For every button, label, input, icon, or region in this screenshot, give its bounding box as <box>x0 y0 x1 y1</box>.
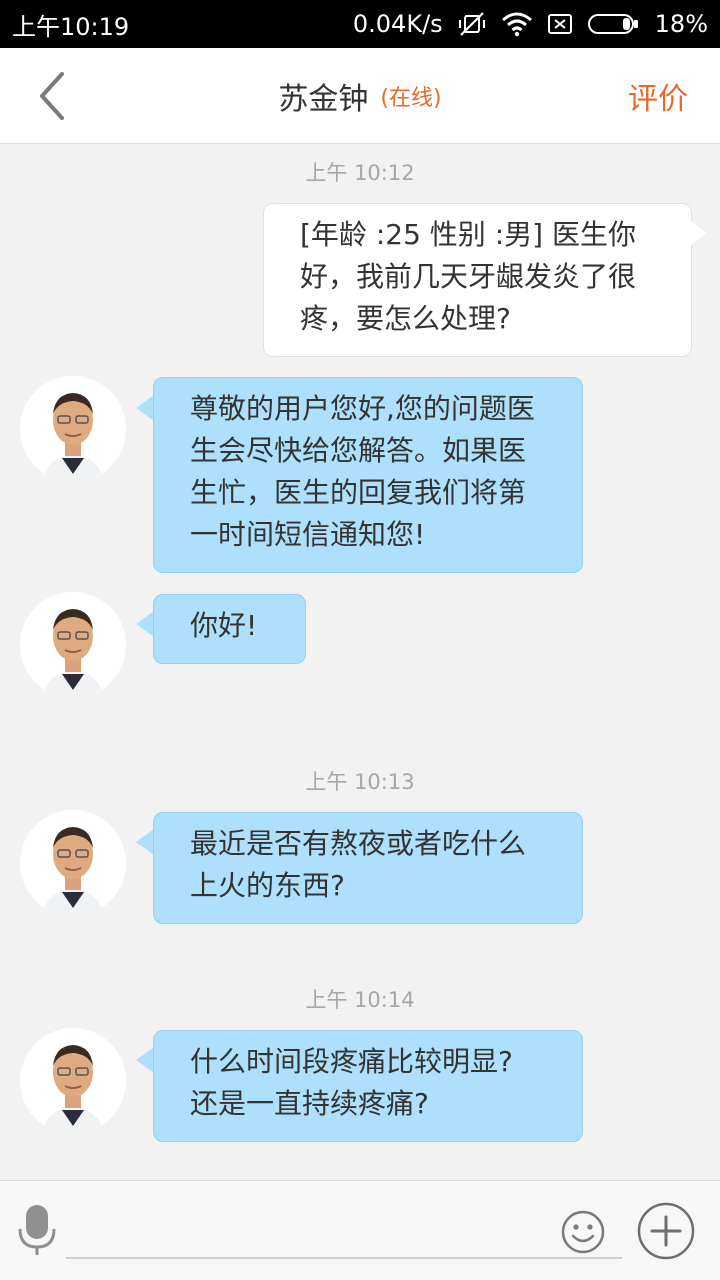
message-input[interactable] <box>66 1201 622 1259</box>
doctor-message: 什么时间段疼痛比较明显? 还是一直持续疼痛? <box>153 1030 583 1142</box>
message-text: 什么时间段疼痛比较明显? 还是一直持续疼痛? <box>190 1045 513 1120</box>
emoji-button[interactable] <box>560 1209 606 1255</box>
doctor-avatar[interactable] <box>20 376 126 482</box>
timestamp: 上午 10:14 <box>305 988 415 1012</box>
page-title: 苏金钟 (在线) <box>0 48 720 144</box>
doctor-avatar[interactable] <box>20 810 126 916</box>
user-message: [年龄 :25 性别 :男] 医生你好，我前几天牙龈发炎了很疼，要怎么处理? <box>263 203 692 357</box>
message-text: 尊敬的用户您好,您的问题医生会尽快给您解答。如果医生忙，医生的回复我们将第一时间… <box>190 392 535 551</box>
input-bar <box>0 1180 720 1280</box>
more-button[interactable] <box>636 1201 696 1261</box>
message-text: 你好! <box>190 609 258 642</box>
status-time: 上午10:19 <box>12 12 130 41</box>
doctor-message: 最近是否有熬夜或者吃什么上火的东西? <box>153 812 583 924</box>
timestamp: 上午 10:13 <box>305 770 415 794</box>
rate-button[interactable]: 评价 <box>628 74 688 118</box>
bubble-tail <box>136 829 154 855</box>
status-bar: 上午10:19 0.04K/s 18% <box>0 0 720 48</box>
plus-icon <box>637 1202 695 1260</box>
bubble-tail <box>136 395 154 421</box>
online-status: (在线) <box>380 86 442 111</box>
chat-area[interactable]: 上午 10:12 [年龄 :25 性别 :男] 医生你好，我前几天牙龈发炎了很疼… <box>0 145 720 1180</box>
message-text: 最近是否有熬夜或者吃什么上火的东西? <box>190 827 527 902</box>
battery-icon <box>587 12 641 36</box>
message-text: [年龄 :25 性别 :男] 医生你好，我前几天牙龈发炎了很疼，要怎么处理? <box>300 218 637 335</box>
emoji-icon <box>561 1210 605 1254</box>
doctor-message: 你好! <box>153 594 306 664</box>
doctor-avatar[interactable] <box>20 592 126 698</box>
bubble-tail <box>136 611 154 637</box>
bubble-tail <box>691 221 707 245</box>
microphone-icon <box>18 1205 56 1255</box>
doctor-name: 苏金钟 <box>278 82 369 117</box>
voice-button[interactable] <box>14 1201 60 1261</box>
doctor-message: 尊敬的用户您好,您的问题医生会尽快给您解答。如果医生忙，医生的回复我们将第一时间… <box>153 377 583 573</box>
doctor-avatar[interactable] <box>20 1028 126 1134</box>
chat-header: 苏金钟 (在线) 评价 <box>0 48 720 144</box>
wifi-icon <box>501 11 533 37</box>
sim-icon <box>547 12 573 36</box>
network-speed: 0.04K/s <box>352 10 443 38</box>
bubble-tail <box>136 1047 154 1073</box>
mute-vibrate-icon <box>457 11 487 37</box>
battery-level: 18% <box>654 10 708 38</box>
timestamp: 上午 10:12 <box>305 161 415 185</box>
